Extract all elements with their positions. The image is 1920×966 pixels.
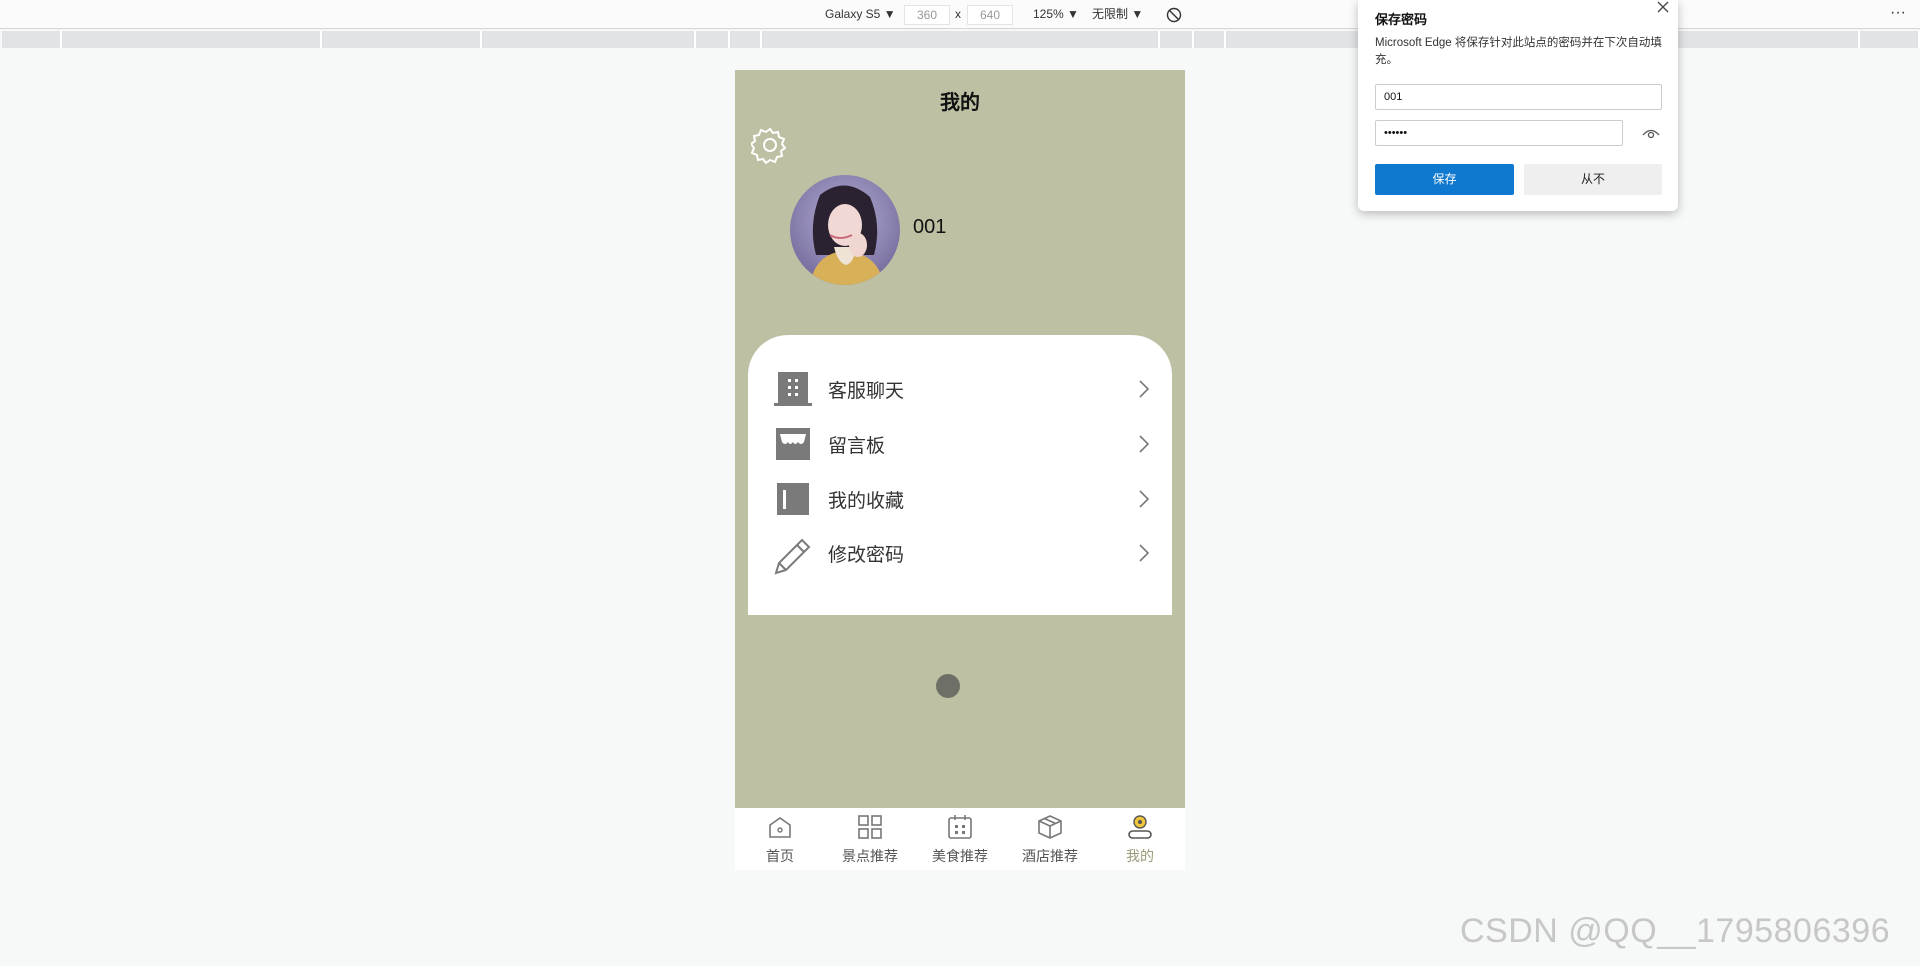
- chevron-right-icon: [1138, 489, 1150, 509]
- height-input[interactable]: 640: [967, 5, 1013, 25]
- menu-item-label: 我的收藏: [828, 491, 905, 512]
- chevron-right-icon: [1138, 543, 1150, 563]
- tab-mine[interactable]: 我的: [1095, 808, 1185, 870]
- calendar-icon: [947, 814, 973, 840]
- tab-label: 景点推荐: [842, 848, 898, 864]
- dialog-description: Microsoft Edge 将保存针对此站点的密码并在下次自动填充。: [1375, 37, 1662, 66]
- menu-item-label: 修改密码: [828, 545, 905, 566]
- tab-label: 我的: [1126, 848, 1154, 864]
- loading-indicator: [936, 674, 960, 698]
- cube-icon: [1037, 814, 1063, 840]
- dialog-title: 保存密码: [1375, 12, 1428, 27]
- tab-attractions[interactable]: 景点推荐: [825, 808, 915, 870]
- bottom-tab-bar: 首页 景点推荐 美食推荐 酒店推荐 我的: [735, 808, 1185, 870]
- width-input[interactable]: 360: [904, 5, 950, 25]
- tab-label: 酒店推荐: [1022, 848, 1078, 864]
- tab-label: 美食推荐: [932, 848, 988, 864]
- menu-item-change-password[interactable]: 修改密码: [774, 529, 1154, 575]
- dimension-separator: x: [955, 7, 961, 21]
- tab-home[interactable]: 首页: [735, 808, 825, 870]
- page-title: 我的: [940, 92, 980, 114]
- menu-item-label: 留言板: [828, 436, 886, 457]
- menu-item-my-favorites[interactable]: 我的收藏: [774, 475, 1154, 521]
- menu-item-customer-chat[interactable]: 客服聊天: [774, 365, 1154, 411]
- tab-food[interactable]: 美食推荐: [915, 808, 1005, 870]
- pencil-icon: [774, 535, 812, 575]
- save-button[interactable]: 保存: [1375, 164, 1514, 195]
- avatar[interactable]: [790, 175, 900, 285]
- never-button[interactable]: 从不: [1524, 164, 1662, 195]
- more-options-icon[interactable]: ···: [1890, 4, 1906, 22]
- menu-card: 客服聊天 留言板 我的收藏 修改密码: [748, 335, 1172, 615]
- store-icon: [774, 426, 812, 462]
- eye-icon[interactable]: [1642, 127, 1660, 141]
- save-password-dialog: 保存密码 Microsoft Edge 将保存针对此站点的密码并在下次自动填充。…: [1358, 0, 1678, 211]
- building-icon: [774, 371, 812, 407]
- zoom-select[interactable]: 125% ▼: [1033, 0, 1079, 28]
- tab-label: 首页: [766, 848, 794, 864]
- chevron-right-icon: [1138, 434, 1150, 454]
- rotate-icon[interactable]: [1166, 5, 1182, 23]
- throttle-select[interactable]: 无限制 ▼: [1092, 0, 1143, 28]
- gear-icon[interactable]: [749, 126, 789, 165]
- username: 001: [913, 216, 947, 238]
- grid-icon: [857, 814, 883, 840]
- user-icon: [1127, 814, 1153, 840]
- watermark: CSDN @QQ__1795806396: [1460, 912, 1891, 950]
- phone-viewport: 我的 001 客服聊天 留言板 我的收藏 修改密码 首页 景点推荐 美食推荐 酒…: [735, 70, 1185, 870]
- username-field[interactable]: 001: [1375, 84, 1662, 110]
- password-field[interactable]: ••••••: [1375, 120, 1623, 146]
- menu-item-message-board[interactable]: 留言板: [774, 420, 1154, 466]
- home-icon: [767, 814, 793, 840]
- chevron-right-icon: [1138, 379, 1150, 399]
- tab-hotels[interactable]: 酒店推荐: [1005, 808, 1095, 870]
- device-select[interactable]: Galaxy S5 ▼: [825, 0, 896, 28]
- close-icon[interactable]: [1656, 0, 1670, 14]
- bookmark-icon: [774, 481, 812, 517]
- menu-item-label: 客服聊天: [828, 381, 905, 402]
